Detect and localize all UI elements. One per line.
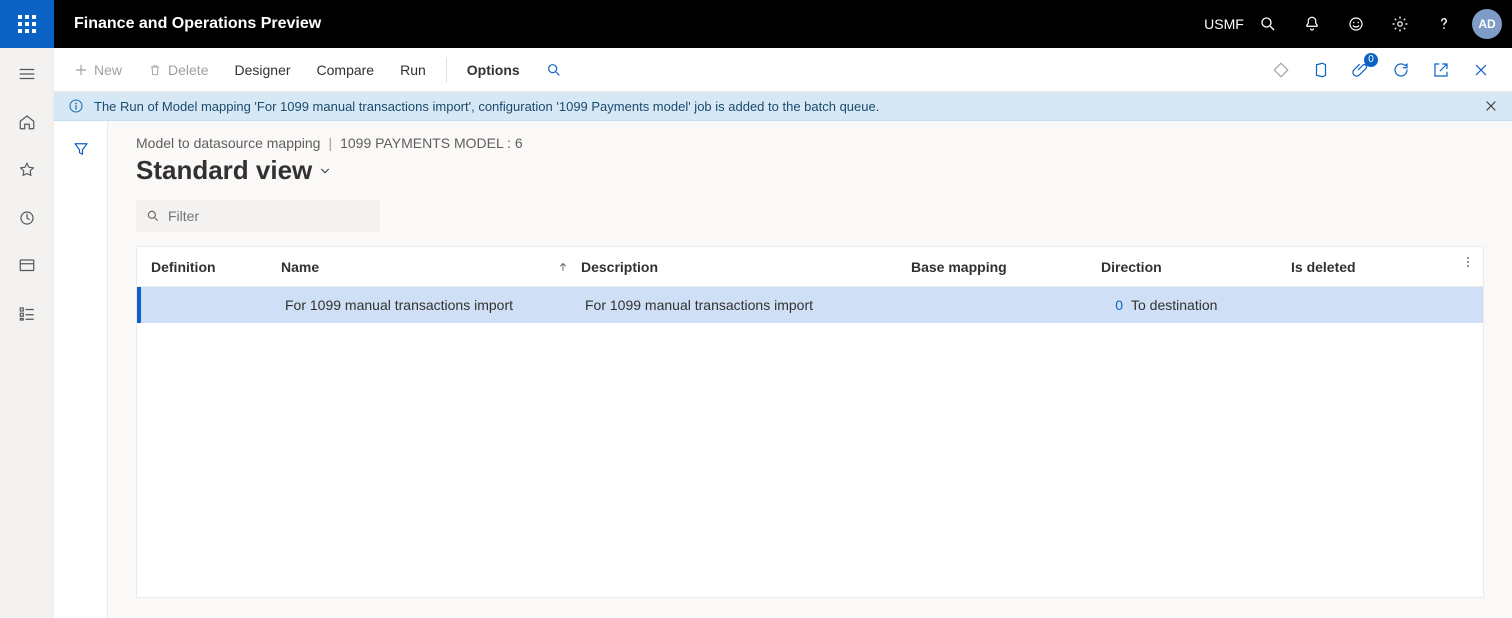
chevron-down-icon	[318, 164, 332, 178]
search-button[interactable]	[1248, 0, 1288, 48]
workspace-icon	[18, 257, 36, 275]
app-title: Finance and Operations Preview	[54, 15, 341, 33]
close-icon	[1473, 62, 1489, 78]
show-diagram-button[interactable]	[1266, 55, 1296, 85]
quick-filter[interactable]	[136, 200, 380, 232]
settings-button[interactable]	[1380, 0, 1420, 48]
close-page-button[interactable]	[1466, 55, 1496, 85]
gear-icon	[1391, 15, 1409, 33]
cell-description: For 1099 manual transactions import	[579, 297, 909, 313]
info-banner: The Run of Model mapping 'For 1099 manua…	[54, 92, 1512, 121]
banner-message: The Run of Model mapping 'For 1099 manua…	[94, 99, 879, 114]
col-direction[interactable]: Direction	[1095, 259, 1285, 275]
diamond-icon	[1272, 61, 1290, 79]
nav-modules[interactable]	[7, 294, 47, 334]
close-icon	[1484, 99, 1498, 113]
col-is-deleted[interactable]: Is deleted	[1285, 259, 1435, 275]
home-icon	[18, 113, 36, 131]
direction-label: To destination	[1131, 297, 1217, 313]
nav-workspaces[interactable]	[7, 246, 47, 286]
app-launcher-button[interactable]	[0, 0, 54, 48]
trash-icon	[148, 63, 162, 77]
col-base-mapping[interactable]: Base mapping	[905, 259, 1095, 275]
nav-home[interactable]	[7, 102, 47, 142]
attachments-badge: 0	[1364, 53, 1378, 67]
new-label: New	[94, 62, 122, 78]
waffle-icon	[18, 15, 36, 33]
help-button[interactable]	[1424, 0, 1464, 48]
bell-icon	[1303, 15, 1321, 33]
filter-input[interactable]	[168, 208, 370, 224]
delete-label: Delete	[168, 62, 208, 78]
star-icon	[18, 161, 36, 179]
grid-more-button[interactable]	[1461, 255, 1475, 269]
table-row[interactable]: For 1099 manual transactions import For …	[137, 287, 1483, 323]
separator	[446, 57, 447, 83]
funnel-icon	[72, 140, 90, 158]
options-button[interactable]: Options	[457, 54, 530, 86]
search-icon	[1259, 15, 1277, 33]
grid-header: Definition Name Description Base mapping…	[137, 247, 1483, 287]
designer-button[interactable]: Designer	[224, 54, 300, 86]
company-selector[interactable]: USMF	[1204, 0, 1244, 48]
delete-button[interactable]: Delete	[138, 54, 218, 86]
attachments-button[interactable]: 0	[1346, 55, 1376, 85]
info-icon	[68, 98, 84, 114]
compare-button[interactable]: Compare	[307, 54, 385, 86]
view-name: Standard view	[136, 155, 312, 186]
col-definition[interactable]: Definition	[145, 259, 275, 275]
col-name[interactable]: Name	[275, 259, 575, 275]
nav-favorites[interactable]	[7, 150, 47, 190]
new-button[interactable]: New	[64, 54, 132, 86]
nav-expand-button[interactable]	[7, 54, 47, 94]
office-icon	[1312, 61, 1330, 79]
view-selector[interactable]: Standard view	[136, 155, 1484, 186]
office-button[interactable]	[1306, 55, 1336, 85]
col-description[interactable]: Description	[575, 259, 905, 275]
question-icon	[1435, 15, 1453, 33]
run-button[interactable]: Run	[390, 54, 436, 86]
notifications-button[interactable]	[1292, 0, 1332, 48]
plus-icon	[74, 63, 88, 77]
sort-asc-icon	[557, 261, 569, 273]
popout-icon	[1432, 61, 1450, 79]
search-icon	[146, 209, 160, 223]
feedback-button[interactable]	[1336, 0, 1376, 48]
user-avatar[interactable]: AD	[1472, 9, 1502, 39]
modules-icon	[18, 305, 36, 323]
cell-direction: 0 To destination	[1099, 297, 1289, 313]
refresh-icon	[1392, 61, 1410, 79]
clock-icon	[18, 209, 36, 227]
filter-pane-toggle[interactable]	[63, 131, 99, 167]
banner-close-button[interactable]	[1484, 99, 1498, 113]
nav-recent[interactable]	[7, 198, 47, 238]
hamburger-icon	[18, 65, 36, 83]
refresh-button[interactable]	[1386, 55, 1416, 85]
vertical-dots-icon	[1461, 255, 1475, 269]
popout-button[interactable]	[1426, 55, 1456, 85]
page-search-button[interactable]	[536, 54, 572, 86]
breadcrumb-page: Model to datasource mapping	[136, 135, 320, 151]
direction-number: 0	[1105, 297, 1123, 313]
breadcrumb-separator: |	[328, 135, 332, 151]
breadcrumb-context: 1099 PAYMENTS MODEL : 6	[340, 135, 523, 151]
smiley-icon	[1347, 15, 1365, 33]
search-icon	[546, 62, 562, 78]
cell-name: For 1099 manual transactions import	[279, 297, 579, 313]
